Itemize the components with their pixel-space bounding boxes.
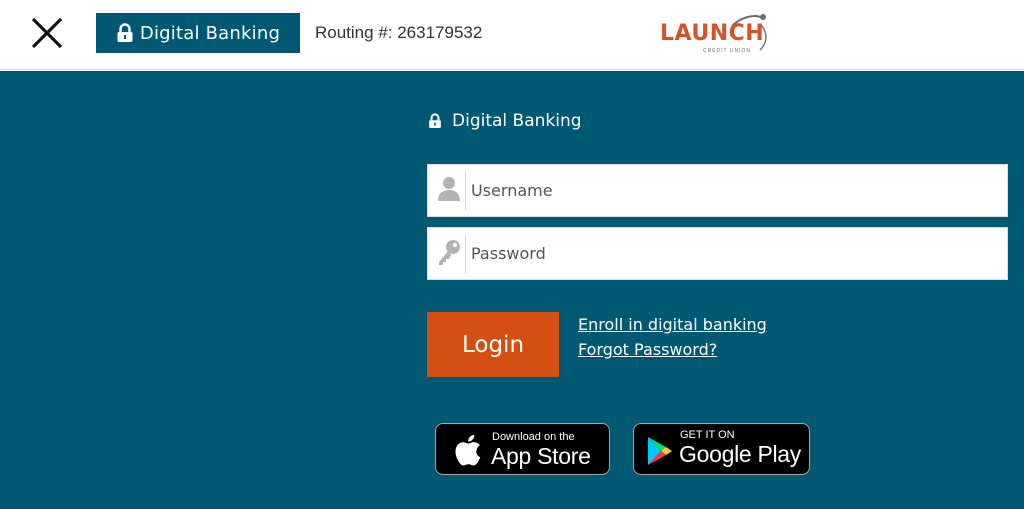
routing-number: Routing #: 263179532 xyxy=(315,23,483,42)
form-title-label: Digital Banking xyxy=(452,111,582,131)
user-icon xyxy=(438,177,460,201)
username-field xyxy=(427,164,1008,217)
enroll-link[interactable]: Enroll in digital banking xyxy=(578,315,767,334)
app-store-small-text: Download on the xyxy=(492,431,575,443)
key-icon xyxy=(439,240,460,265)
form-title: Digital Banking xyxy=(428,111,582,131)
app-store-big-text: App Store xyxy=(491,443,591,469)
digital-banking-button-label: Digital Banking xyxy=(139,22,281,44)
close-button[interactable] xyxy=(28,14,66,52)
lock-icon xyxy=(117,23,133,42)
password-input[interactable] xyxy=(471,228,1001,279)
logo-subtitle: CREDIT UNION xyxy=(703,48,752,54)
password-field xyxy=(427,227,1008,280)
apple-icon xyxy=(455,434,481,466)
google-play-big-text: Google Play xyxy=(679,441,801,467)
lock-icon xyxy=(429,113,441,128)
login-panel: Digital Banking Login Enroll in digital … xyxy=(0,71,1024,509)
google-play-icon xyxy=(648,437,672,465)
google-play-small-text: GET IT ON xyxy=(680,429,735,441)
forgot-password-link[interactable]: Forgot Password? xyxy=(578,340,717,359)
top-header: Digital Banking Routing #: 263179532 LAU… xyxy=(0,0,1024,70)
field-divider xyxy=(465,235,466,273)
close-icon xyxy=(31,17,63,49)
field-divider xyxy=(465,172,466,210)
launch-logo[interactable]: LAUNCH CREDIT UNION xyxy=(656,12,774,56)
username-input[interactable] xyxy=(471,165,1001,216)
google-play-badge[interactable]: GET IT ON Google Play xyxy=(633,423,810,475)
app-store-badge[interactable]: Download on the App Store xyxy=(435,423,610,475)
login-button[interactable]: Login xyxy=(427,312,559,377)
digital-banking-button[interactable]: Digital Banking xyxy=(96,13,300,53)
logo-wordmark: LAUNCH xyxy=(660,21,765,46)
